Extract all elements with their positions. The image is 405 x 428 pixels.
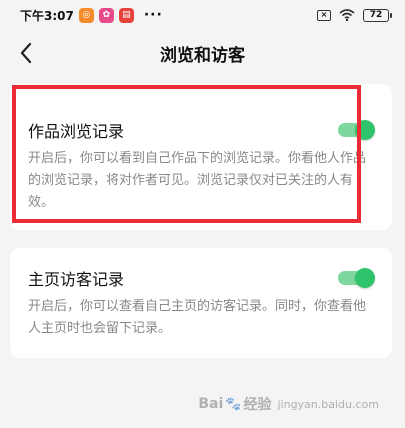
app-icon-1: ◎: [78, 7, 94, 23]
status-bar: 下午3:07 ◎ ✿ ▤ ··· × 72: [0, 0, 405, 30]
browse-record-header: 作品浏览记录: [28, 118, 375, 142]
watermark-sub: jingyan.baidu.com: [277, 397, 379, 411]
visitor-record-header: 主页访客记录: [28, 266, 375, 290]
browse-record-title: 作品浏览记录: [28, 122, 125, 141]
browse-record-description: 开启后，你可以看到自己作品下的浏览记录。你看他人作品的浏览记录，将对作者可见。浏…: [28, 151, 367, 210]
visitor-record-description: 开启后，你可以查看自己主页的访客记录。同时，你查看他人主页时也会留下记录。: [28, 299, 367, 336]
app-icon-3: ▤: [118, 7, 134, 23]
browse-record-card: 作品浏览记录 开启后，你可以看到自己作品下的浏览记录。你看他人作品的浏览记录，将…: [10, 84, 392, 230]
status-right: × 72: [317, 8, 392, 22]
visitor-record-card: 主页访客记录 开启后，你可以查看自己主页的访客记录。同时，你查看他人主页时也会留…: [10, 248, 392, 358]
baidu-watermark: Bai 🐾 经验 jingyan.baidu.com: [198, 394, 379, 414]
visitor-record-toggle[interactable]: [338, 268, 375, 288]
toggle-knob: [355, 120, 375, 140]
paw-icon: 🐾: [225, 396, 242, 412]
chevron-left-icon: [20, 42, 32, 64]
battery-icon: 72: [363, 8, 392, 22]
status-time: 下午3:07: [20, 8, 74, 23]
wifi-icon: [339, 9, 355, 21]
more-notifications-icon: ···: [143, 7, 163, 23]
watermark-text-left: Bai: [198, 396, 224, 412]
sim-icon: ×: [317, 9, 331, 21]
toggle-knob: [355, 268, 375, 288]
nav-bar: 浏览和访客: [0, 30, 405, 76]
watermark-text-right: 经验: [243, 397, 272, 413]
browse-record-toggle[interactable]: [338, 120, 375, 140]
back-button[interactable]: [8, 34, 44, 72]
app-icon-2: ✿: [98, 7, 114, 23]
page-title: 浏览和访客: [160, 45, 245, 66]
visitor-record-title: 主页访客记录: [28, 270, 125, 289]
